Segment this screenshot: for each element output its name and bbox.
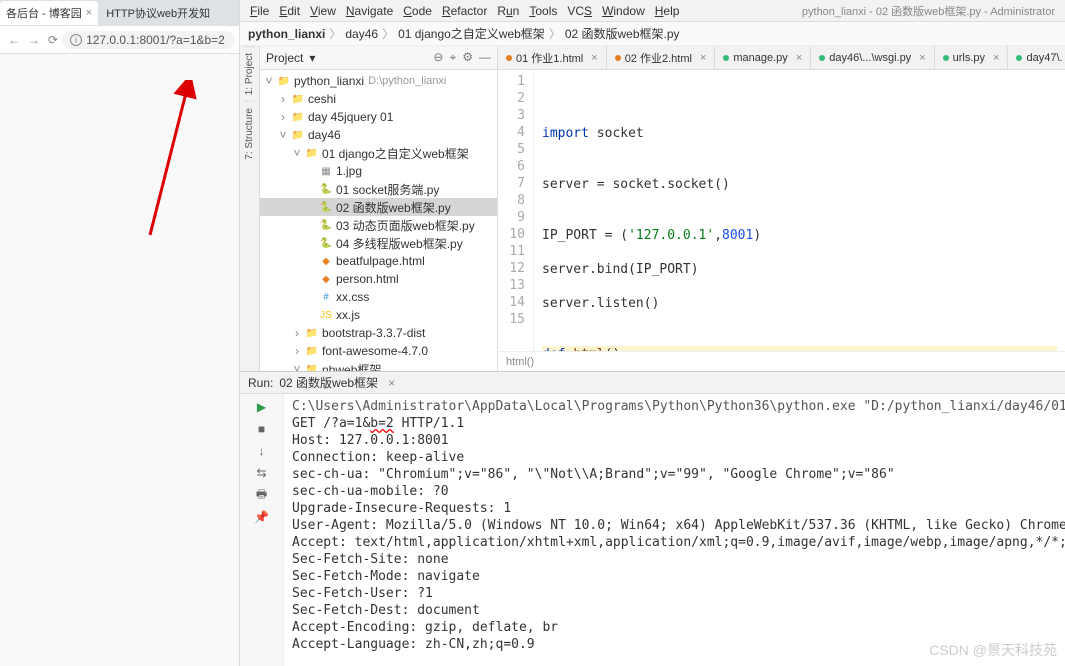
annotation-arrow xyxy=(140,80,200,240)
address-bar: ← → ⟳ i 127.0.0.1:8001/?a=1&b=2 xyxy=(0,26,239,54)
tree-item[interactable]: #xx.css xyxy=(260,288,497,306)
browser-tab-1[interactable]: 各后台 - 博客园 × xyxy=(0,1,98,25)
menu-run[interactable]: Run xyxy=(493,4,523,18)
crumb-file[interactable]: 02 函数版web框架.py xyxy=(565,25,680,42)
menu-bar: File Edit View Navigate Code Refactor Ru… xyxy=(240,0,1065,22)
editor-tab[interactable]: 02 作业2.html× xyxy=(607,46,716,70)
menu-code[interactable]: Code xyxy=(399,4,436,18)
run-down-icon[interactable]: ↓ xyxy=(253,442,271,460)
run-header: Run: 02 函数版web框架 × xyxy=(240,372,1065,394)
collapse-icon[interactable]: ⊖ xyxy=(433,50,443,65)
editor-tab[interactable]: day47\. xyxy=(1008,46,1065,70)
nav-back-icon[interactable]: ← xyxy=(4,33,24,47)
run-pin-icon[interactable]: 📌 xyxy=(253,508,271,526)
editor-tab[interactable]: day46\...\wsgi.py× xyxy=(811,46,934,70)
browser-tab-2[interactable]: HTTP协议web开发知 xyxy=(100,1,210,25)
tool-project[interactable]: 1: Project xyxy=(244,46,255,101)
tab-title: 各后台 - 博客园 xyxy=(6,5,82,21)
menu-help[interactable]: Help xyxy=(651,4,684,18)
tab-title: HTTP协议web开发知 xyxy=(106,5,210,21)
close-icon[interactable]: × xyxy=(86,7,92,19)
editor-tab[interactable]: 01 作业1.html× xyxy=(498,46,607,70)
project-tree[interactable]: ˅📁python_lianxiD:\python_lianxi›📁ceshi›📁… xyxy=(260,70,497,371)
menu-view[interactable]: View xyxy=(306,4,340,18)
run-tab[interactable]: 02 函数版web框架 xyxy=(279,374,378,391)
tool-structure[interactable]: 7: Structure xyxy=(244,101,255,166)
url-field[interactable]: i 127.0.0.1:8001/?a=1&b=2 xyxy=(62,31,235,49)
tree-item[interactable]: ›📁ceshi xyxy=(260,90,497,108)
editor-tab[interactable]: manage.py× xyxy=(715,46,811,70)
code-content[interactable]: import socket server = socket.socket() I… xyxy=(534,70,1065,351)
run-stop-icon[interactable]: ■ xyxy=(253,420,271,438)
browser-tabs: 各后台 - 博客园 × HTTP协议web开发知 xyxy=(0,0,239,26)
crumb-2[interactable]: 01 django之自定义web框架 xyxy=(398,25,545,42)
ide-window: File Edit View Navigate Code Refactor Ru… xyxy=(240,0,1065,666)
code-editor[interactable]: 123456789101112131415 import socket serv… xyxy=(498,70,1065,351)
watermark: CSDN @景天科技苑 xyxy=(929,640,1057,660)
run-play-icon[interactable]: ▶ xyxy=(253,398,271,416)
console-output[interactable]: C:\Users\Administrator\AppData\Local\Pro… xyxy=(284,394,1065,666)
run-panel: Run: 02 函数版web框架 × ▶ ■ ↓ ⇆ 🖶 📌 C:\Users\… xyxy=(240,371,1065,666)
line-numbers: 123456789101112131415 xyxy=(498,70,534,351)
tree-item[interactable]: ˅📁python_lianxiD:\python_lianxi xyxy=(260,72,497,90)
tree-item[interactable]: ˅📁nbweb框架 xyxy=(260,360,497,371)
menu-navigate[interactable]: Navigate xyxy=(342,4,397,18)
run-wrap-icon[interactable]: ⇆ xyxy=(253,464,271,482)
hide-icon[interactable]: — xyxy=(479,50,491,65)
tree-item[interactable]: ˅📁day46 xyxy=(260,126,497,144)
menu-tools[interactable]: Tools xyxy=(525,4,561,18)
project-label: Project xyxy=(266,51,303,65)
tree-item[interactable]: 🐍04 多线程版web框架.py xyxy=(260,234,497,252)
tree-item[interactable]: ▦1.jpg xyxy=(260,162,497,180)
tree-item[interactable]: ˅📁01 django之自定义web框架 xyxy=(260,144,497,162)
tree-item[interactable]: ◆beatfulpage.html xyxy=(260,252,497,270)
crumb-root[interactable]: python_lianxi xyxy=(248,27,325,41)
run-tab-close[interactable]: × xyxy=(388,376,395,390)
run-label: Run: xyxy=(248,376,273,390)
editor-tabs: 01 作业1.html×02 作业2.html×manage.py×day46\… xyxy=(498,46,1065,70)
locate-icon[interactable]: ⌖ xyxy=(449,50,456,65)
tree-item[interactable]: ›📁bootstrap-3.3.7-dist xyxy=(260,324,497,342)
menu-refactor[interactable]: Refactor xyxy=(438,4,491,18)
browser-window: 各后台 - 博客园 × HTTP协议web开发知 ← → ⟳ i 127.0.0.1… xyxy=(0,0,240,666)
menu-file[interactable]: File xyxy=(246,4,273,18)
tree-item[interactable]: ◆person.html xyxy=(260,270,497,288)
tool-gutter: 1: Project 7: Structure xyxy=(240,46,260,371)
tree-item[interactable]: JSxx.js xyxy=(260,306,497,324)
menu-edit[interactable]: Edit xyxy=(275,4,304,18)
breadcrumb: python_lianxi〉 day46〉 01 django之自定义web框架… xyxy=(240,22,1065,46)
editor-breadcrumb: html() xyxy=(498,351,1065,371)
info-icon: i xyxy=(70,34,82,46)
menu-vcs[interactable]: VCS xyxy=(563,4,596,18)
project-panel: Project ▾ ⊖ ⌖ ⚙ — ˅📁python_lianxiD:\pyth… xyxy=(260,46,498,371)
settings-icon[interactable]: ⚙ xyxy=(462,50,473,65)
tree-item[interactable]: ›📁day 45jquery 01 xyxy=(260,108,497,126)
run-print-icon[interactable]: 🖶 xyxy=(253,486,271,504)
menu-window[interactable]: Window xyxy=(598,4,649,18)
nav-reload-icon[interactable]: ⟳ xyxy=(44,33,62,47)
editor-tab[interactable]: urls.py× xyxy=(935,46,1009,70)
url-text: 127.0.0.1:8001/?a=1&b=2 xyxy=(86,33,225,47)
project-header: Project ▾ ⊖ ⌖ ⚙ — xyxy=(260,46,497,70)
run-toolbar: ▶ ■ ↓ ⇆ 🖶 📌 xyxy=(240,394,284,666)
tree-item[interactable]: ›📁font-awesome-4.7.0 xyxy=(260,342,497,360)
nav-fwd-icon[interactable]: → xyxy=(24,33,44,47)
tree-item[interactable]: 🐍01 socket服务端.py xyxy=(260,180,497,198)
tree-item[interactable]: 🐍02 函数版web框架.py xyxy=(260,198,497,216)
editor-area: 01 作业1.html×02 作业2.html×manage.py×day46\… xyxy=(498,46,1065,371)
crumb-1[interactable]: day46 xyxy=(345,27,378,41)
tree-item[interactable]: 🐍03 动态页面版web框架.py xyxy=(260,216,497,234)
window-title: python_lianxi - 02 函数版web框架.py - Adminis… xyxy=(798,3,1059,19)
